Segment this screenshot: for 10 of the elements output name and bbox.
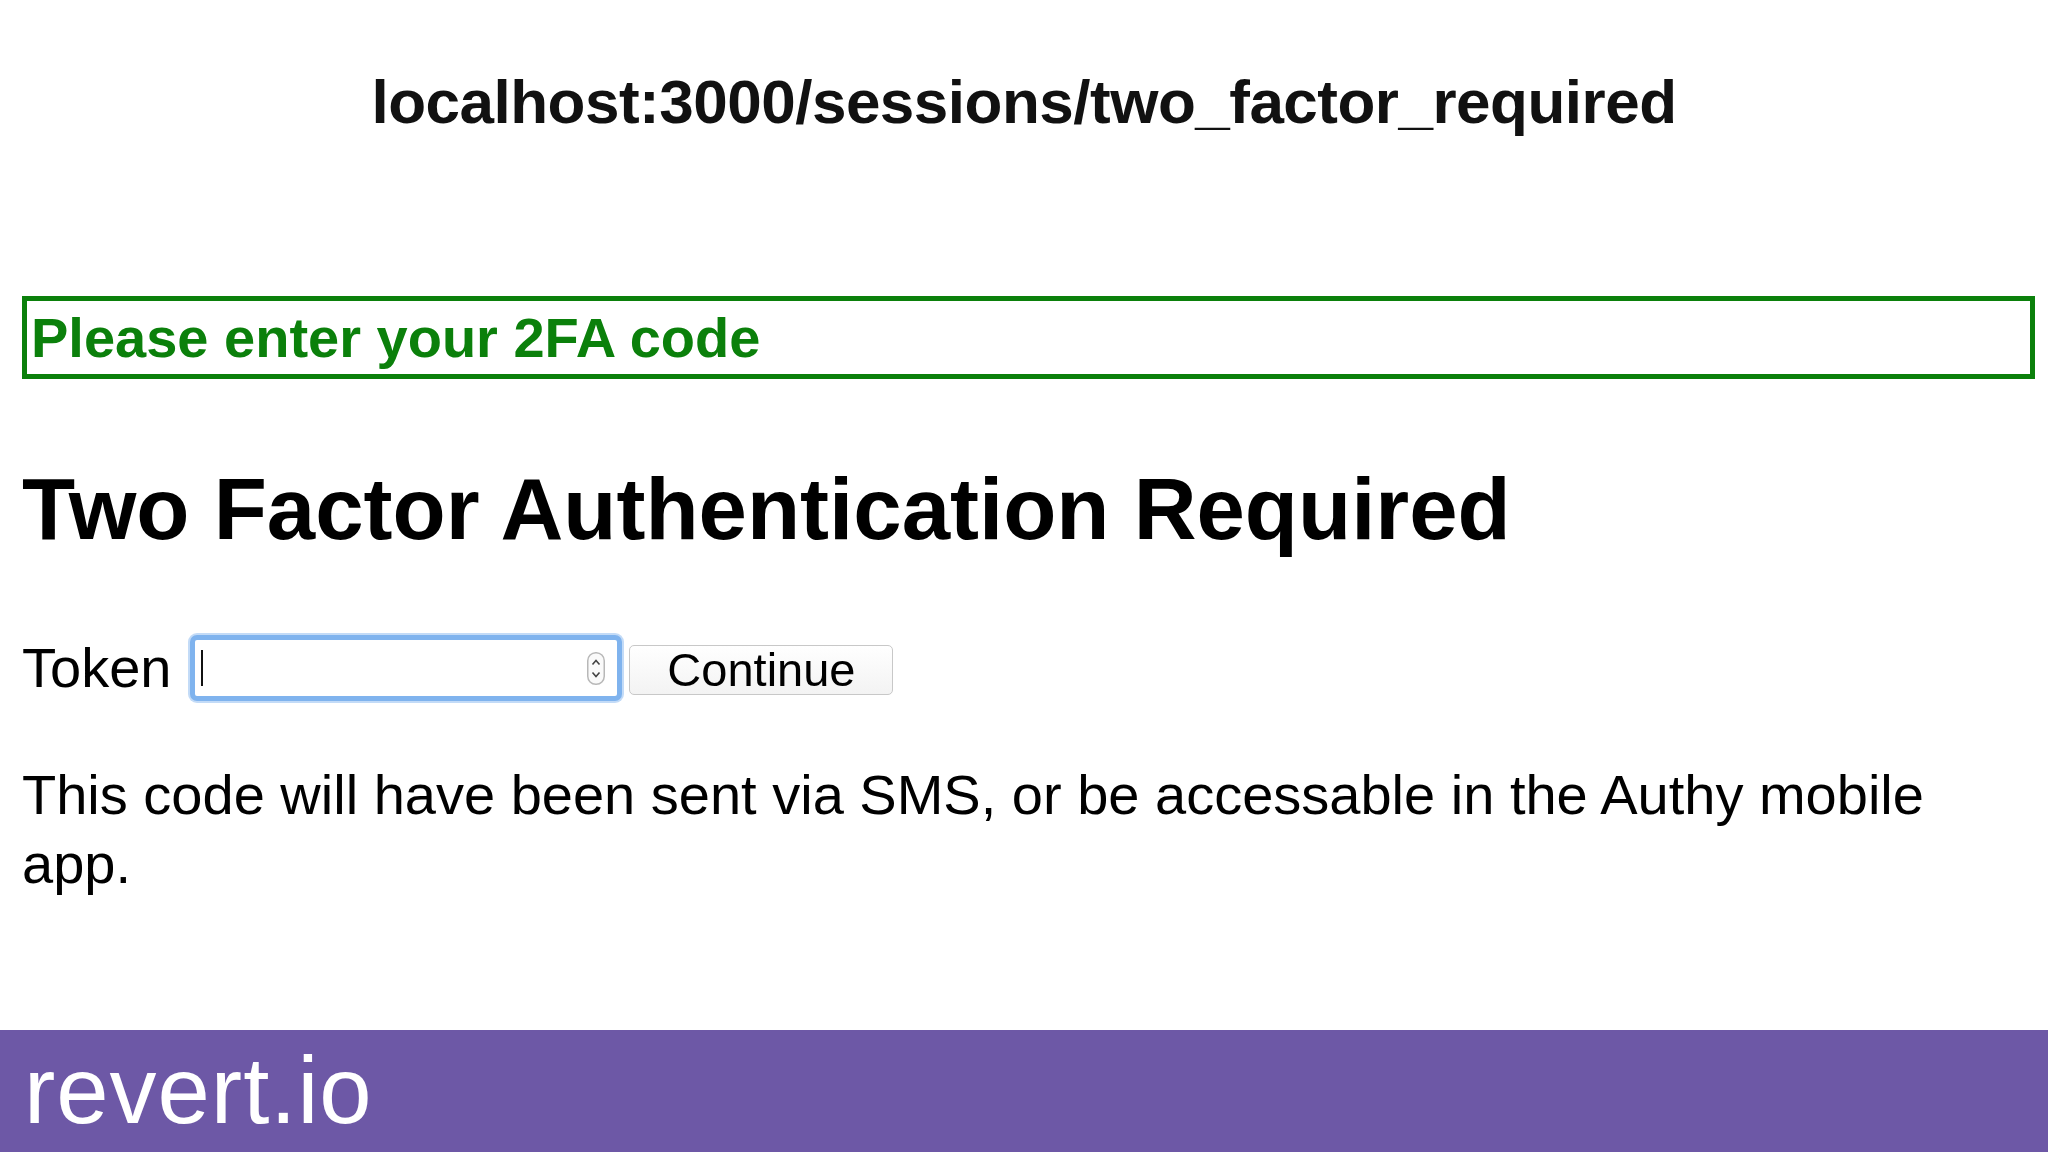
revert-logo: revert.io (24, 1044, 373, 1138)
flash-message: Please enter your 2FA code (22, 296, 2035, 379)
continue-button[interactable]: Continue (629, 645, 894, 695)
help-text: This code will have been sent via SMS, or be accessable in the Authy mobile app. (22, 762, 1925, 897)
token-label: Token (22, 636, 172, 700)
page-heading: Two Factor Authentication Required (22, 459, 1512, 559)
token-input-field[interactable] (190, 635, 623, 701)
text-caret-icon (201, 650, 204, 686)
stepper-arrows-icon[interactable] (587, 651, 606, 685)
page-url-title: localhost:3000/sessions/two_factor_required (371, 66, 1677, 137)
